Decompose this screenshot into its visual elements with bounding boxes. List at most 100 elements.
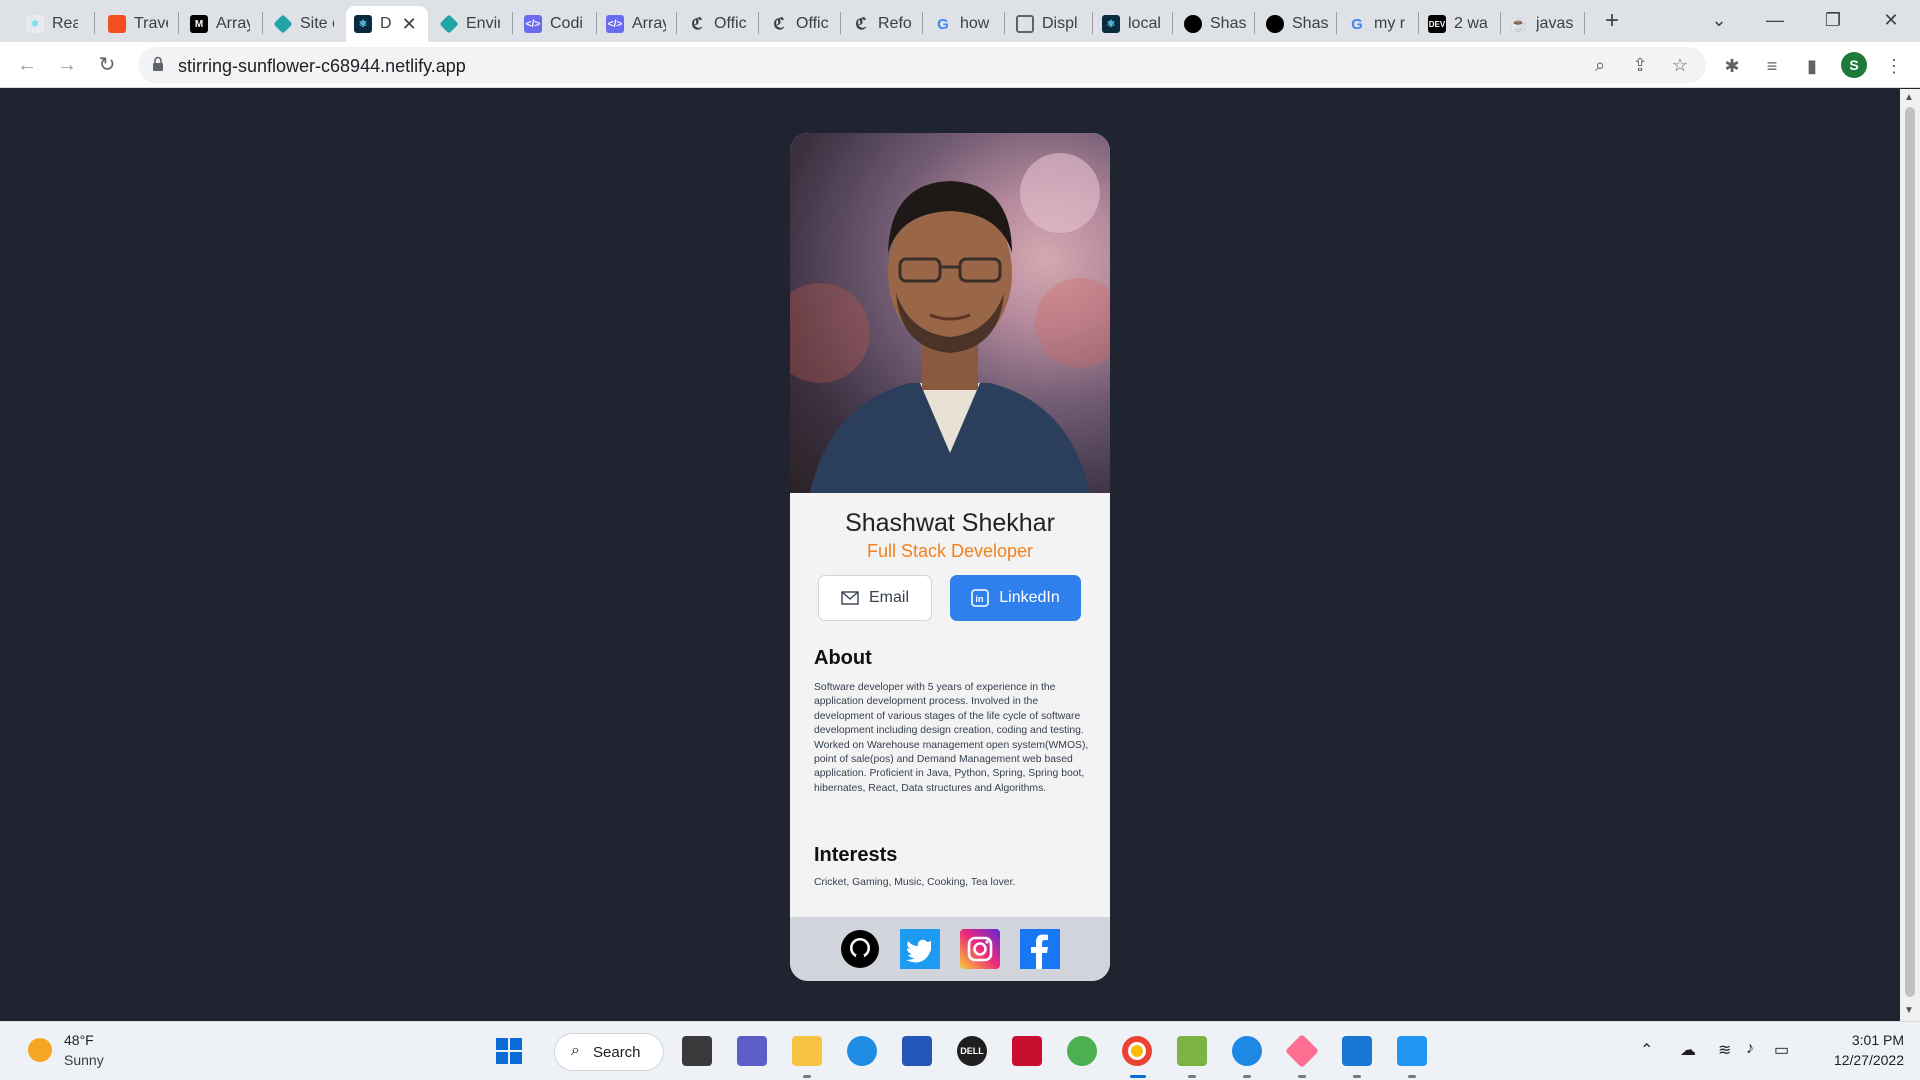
zoom-icon[interactable]: ⌕ [1588,53,1612,77]
task-view-icon[interactable] [682,1036,712,1066]
email-button[interactable]: Email [818,575,932,621]
browser-tab[interactable]: ℭ Refo [844,6,920,42]
weather-description[interactable]: Sunny [64,1052,104,1068]
browser-tab[interactable]: Envir [432,6,508,42]
scroll-up-arrow-icon[interactable]: ▲ [1904,92,1914,103]
tab-label: how [960,15,990,32]
react-icon: ⚛ [354,15,372,33]
reload-icon[interactable]: ↻ [92,50,122,80]
edge-browser-icon[interactable] [847,1036,877,1066]
tab-label: Travel [134,15,168,32]
browser-tab-active[interactable]: ⚛ D ✕ [346,6,428,42]
tab-strip: ⚛ React Travel M Array Site c ⚛ D ✕ Envi… [0,0,1920,42]
chevron-up-icon[interactable]: ⌃ [1640,1040,1653,1060]
tab-search-icon[interactable]: ⌄ [1696,4,1742,36]
browser-tab[interactable]: </> Codi [516,6,592,42]
spreadsheet-app-icon[interactable] [1177,1036,1207,1066]
photos-app-icon[interactable] [1397,1036,1427,1066]
windows-taskbar: 48°F Sunny ⌕ Search DELL ⌃ ☁ ≋ ♪ ▭ 3:01 … [0,1021,1920,1080]
address-bar[interactable]: stirring-sunflower-c68944.netlify.app ⌕ … [138,47,1706,83]
browser-tab[interactable]: Displ [1008,6,1096,42]
wifi-icon[interactable]: ≋ [1718,1040,1731,1060]
code-icon: </> [524,15,542,33]
chrome-browser-icon[interactable] [1122,1036,1152,1066]
tab-separator [1418,12,1419,34]
tab-separator [94,12,95,34]
windows-start-icon[interactable] [494,1036,524,1066]
green-app-icon[interactable] [1067,1036,1097,1066]
svg-text:in: in [976,594,984,604]
colorful-app-icon[interactable] [1285,1034,1319,1068]
linkedin-button-label: LinkedIn [999,589,1060,606]
browser-tab[interactable]: ⚛ React [18,6,86,42]
instagram-icon[interactable] [960,929,1000,969]
weather-temperature[interactable]: 48°F [64,1032,94,1048]
browser-tab[interactable]: Travel [100,6,176,42]
tab-label: Array [216,15,250,32]
forward-arrow-icon[interactable]: → [52,50,82,80]
browser-tab[interactable]: M Array [182,6,258,42]
browser-tab[interactable]: </> Array [598,6,674,42]
tab-label: local [1128,15,1161,32]
tab-label: 2 wa [1454,15,1488,32]
sun-weather-icon[interactable] [28,1038,52,1062]
clock-time[interactable]: 3:01 PM [1834,1032,1904,1048]
facebook-icon[interactable] [1020,929,1060,969]
browser-tab[interactable]: Shas [1258,6,1338,42]
clock-date[interactable]: 12/27/2022 [1804,1052,1904,1068]
browser-tab[interactable]: Shas [1176,6,1256,42]
taskbar-search[interactable]: ⌕ Search [554,1033,664,1071]
netlify-icon [439,14,459,34]
share-icon[interactable]: ⇪ [1628,53,1652,77]
email-button-label: Email [868,589,909,606]
bookmark-star-icon[interactable]: ☆ [1668,53,1692,77]
microsoft-store-icon[interactable] [902,1036,932,1066]
file-explorer-icon[interactable] [792,1036,822,1066]
tab-separator [676,12,677,34]
browser-tab[interactable]: ℭ Offic [762,6,838,42]
browser-tab[interactable]: ☕ javas [1502,6,1582,42]
dell-icon[interactable]: DELL [957,1036,987,1066]
new-tab-button[interactable]: + [1598,8,1626,36]
browser-tab[interactable]: G my r [1340,6,1420,42]
browser-tab[interactable]: G how [926,6,1002,42]
tab-label: my r [1374,15,1406,32]
running-indicator [1298,1075,1306,1078]
browser-tab[interactable]: ℭ Offic [680,6,756,42]
maximize-icon[interactable]: ❐ [1810,4,1856,36]
running-indicator [1188,1075,1196,1078]
react-icon: ⚛ [26,15,44,33]
github-icon[interactable] [840,929,880,969]
close-tab-icon[interactable]: ✕ [402,14,417,35]
google-icon: G [1351,15,1363,33]
scrollbar-thumb[interactable] [1905,107,1915,997]
twitter-icon[interactable] [900,929,940,969]
minimize-icon[interactable]: — [1752,4,1798,36]
interests-text: Cricket, Gaming, Music, Cooking, Tea lov… [814,877,1016,888]
page-scrollbar[interactable]: ▲ ▼ [1900,89,1920,1021]
back-arrow-icon[interactable]: ← [12,50,42,80]
menu-kebab-icon[interactable]: ⋮ [1882,54,1906,78]
extensions-puzzle-icon[interactable]: ✱ [1720,54,1744,78]
browser-tab[interactable]: ⚛ local [1094,6,1174,42]
linkedin-button[interactable]: in LinkedIn [950,575,1081,621]
tab-label: Site c [300,15,334,32]
mcafee-icon[interactable] [1012,1036,1042,1066]
teams-chat-icon[interactable] [737,1036,767,1066]
browser-tab[interactable]: Site c [266,6,342,42]
browser-tab[interactable]: DEV 2 wa [1420,6,1500,42]
display-icon [1016,15,1034,33]
scroll-down-arrow-icon[interactable]: ▼ [1904,1005,1914,1016]
media-controls-icon[interactable]: ≡ [1760,54,1784,78]
c-icon: ℭ [773,16,785,33]
vscode-icon[interactable] [1342,1036,1372,1066]
side-panel-icon[interactable]: ▮ [1800,54,1824,78]
volume-icon[interactable]: ♪ [1746,1040,1754,1058]
tools-app-icon[interactable] [1232,1036,1262,1066]
onedrive-cloud-icon[interactable]: ☁ [1680,1040,1696,1060]
battery-icon[interactable]: ▭ [1774,1040,1789,1060]
close-window-icon[interactable]: ✕ [1868,4,1914,36]
tab-separator [512,12,513,34]
profile-avatar[interactable]: S [1841,52,1867,78]
tab-separator [1004,12,1005,34]
